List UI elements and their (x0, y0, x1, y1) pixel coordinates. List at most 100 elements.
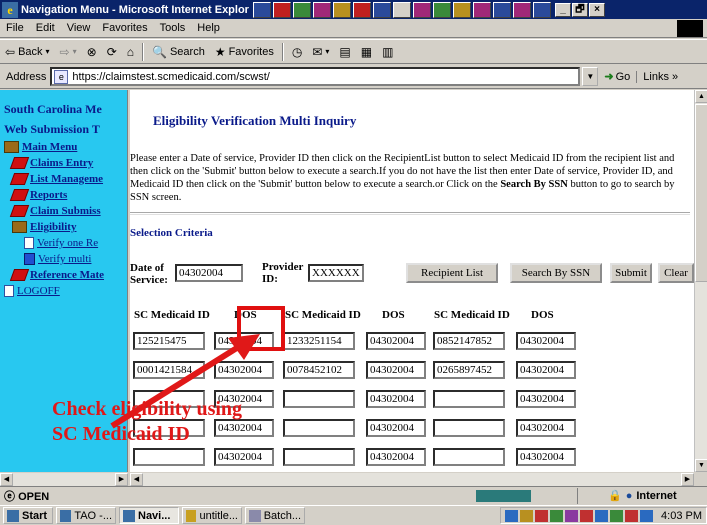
dos-input[interactable]: 04302004 (366, 361, 426, 379)
search-button[interactable]: 🔍 Search (147, 45, 210, 59)
menu-file[interactable]: File (0, 22, 30, 34)
medicaid-id-input[interactable] (283, 390, 355, 408)
dos-input[interactable]: 04302004 (516, 448, 576, 466)
medicaid-id-input[interactable]: 125215475 (133, 332, 205, 350)
nav-item-list-management[interactable]: List Manageme (9, 173, 103, 185)
nav-item-logoff[interactable]: LOGOFF (4, 285, 60, 297)
medicaid-id-input[interactable]: 0078452102 (283, 361, 355, 379)
taskbar-button-batch[interactable]: Batch... (245, 507, 305, 524)
dos-input[interactable]: 04302004 (214, 332, 274, 350)
mail-button[interactable]: ✉ ▾ (307, 45, 334, 59)
medicaid-id-input[interactable]: 0001421584 (133, 361, 205, 379)
app-icon[interactable] (393, 1, 411, 18)
app-icon[interactable] (293, 1, 311, 18)
scrollbar-thumb[interactable] (695, 104, 707, 282)
app-icon[interactable] (493, 1, 511, 18)
dos-input[interactable]: 04302004 (214, 448, 274, 466)
address-input[interactable]: e https://claimstest.scmedicaid.com/scws… (50, 67, 581, 86)
vertical-scrollbar[interactable]: ▲ ▼ (694, 90, 707, 472)
tray-icon[interactable] (625, 509, 639, 522)
edit-button[interactable]: ▦ (356, 45, 377, 59)
menu-edit[interactable]: Edit (30, 22, 61, 34)
medicaid-id-input[interactable]: 0852147852 (433, 332, 505, 350)
nav-item-reports[interactable]: Reports (9, 189, 67, 201)
close-button[interactable]: × (589, 2, 605, 17)
tray-icon[interactable] (535, 509, 549, 522)
nav-item-main-menu[interactable]: Main Menu (4, 141, 77, 153)
nav-item-verify-one[interactable]: Verify one Re (24, 237, 98, 249)
dos-input[interactable]: 04302004 (516, 390, 576, 408)
nav-item-reference-material[interactable]: Reference Mate (9, 269, 104, 281)
menu-tools[interactable]: Tools (154, 22, 192, 34)
dos-input[interactable]: 04302004 (214, 361, 274, 379)
medicaid-id-input[interactable]: 1233251154 (283, 332, 355, 350)
app-icon[interactable] (473, 1, 491, 18)
home-button[interactable]: ⌂ (122, 45, 139, 59)
horizontal-scrollbar-content[interactable]: ◀ ▶ (130, 473, 694, 486)
app-icon[interactable] (413, 1, 431, 18)
scroll-right-arrow-icon[interactable]: ▶ (681, 473, 694, 486)
tray-icon[interactable] (580, 509, 594, 522)
taskbar-button-navigation[interactable]: Navi... (119, 507, 179, 524)
medicaid-id-input[interactable] (133, 390, 205, 408)
dos-input[interactable]: 04302004 (516, 419, 576, 437)
scroll-right-arrow-icon[interactable]: ▶ (115, 473, 128, 486)
scroll-left-arrow-icon[interactable]: ◀ (0, 473, 13, 486)
tray-icon[interactable] (640, 509, 654, 522)
discuss-button[interactable]: ▥ (377, 45, 398, 59)
medicaid-id-input[interactable] (433, 448, 505, 466)
restore-button[interactable]: 🗗 (572, 2, 588, 17)
search-by-ssn-button[interactable]: Search By SSN (510, 263, 602, 283)
dos-input[interactable]: 04302004 (214, 390, 274, 408)
submit-button[interactable]: Submit (610, 263, 652, 283)
dos-input[interactable]: 04302004 (366, 419, 426, 437)
menu-view[interactable]: View (61, 22, 97, 34)
window-title-bar[interactable]: e Navigation Menu - Microsoft Internet E… (0, 0, 707, 19)
recipient-list-button[interactable]: Recipient List (406, 263, 498, 283)
taskbar-button-tao[interactable]: TAO -... (56, 507, 116, 524)
dos-input[interactable]: 04302004 (366, 390, 426, 408)
stop-button[interactable]: ⊗ (82, 45, 102, 59)
app-icon[interactable] (533, 1, 551, 18)
dos-input[interactable]: 04302004 (516, 361, 576, 379)
nav-item-eligibility[interactable]: Eligibility (12, 221, 76, 233)
history-button[interactable]: ◷ (287, 45, 307, 59)
app-icon[interactable] (313, 1, 331, 18)
address-dropdown-button[interactable]: ▼ (582, 67, 599, 86)
medicaid-id-input[interactable]: 0265897452 (433, 361, 505, 379)
nav-item-claims-entry[interactable]: Claims Entry (9, 157, 93, 169)
excel-icon[interactable] (273, 1, 291, 18)
tray-icon[interactable] (520, 509, 534, 522)
clear-button[interactable]: Clear (658, 263, 694, 283)
print-button[interactable]: ▤ (334, 45, 355, 59)
medicaid-id-input[interactable] (433, 419, 505, 437)
app-icon[interactable] (433, 1, 451, 18)
word-icon[interactable] (253, 1, 271, 18)
medicaid-id-input[interactable] (433, 390, 505, 408)
medicaid-id-input[interactable] (283, 448, 355, 466)
favorites-button[interactable]: ★ Favorites (210, 45, 279, 59)
tray-icon[interactable] (610, 509, 624, 522)
menu-favorites[interactable]: Favorites (96, 22, 153, 34)
tray-icon[interactable] (505, 509, 519, 522)
scroll-down-arrow-icon[interactable]: ▼ (695, 459, 707, 472)
scroll-left-arrow-icon[interactable]: ◀ (130, 473, 143, 486)
app-icon[interactable] (373, 1, 391, 18)
medicaid-id-input[interactable] (133, 419, 205, 437)
app-icon[interactable] (353, 1, 371, 18)
app-icon[interactable] (333, 1, 351, 18)
start-button[interactable]: Start (3, 507, 53, 524)
tray-icon[interactable] (550, 509, 564, 522)
provider-id-input[interactable]: XXXXXX (308, 264, 364, 282)
refresh-button[interactable]: ⟳ (102, 45, 122, 59)
dos-input[interactable]: 04302004 (366, 448, 426, 466)
nav-item-claim-submission[interactable]: Claim Submiss (9, 205, 101, 217)
tray-icon[interactable] (565, 509, 579, 522)
scroll-up-arrow-icon[interactable]: ▲ (695, 90, 707, 103)
menu-help[interactable]: Help (191, 22, 226, 34)
taskbar-button-untitled[interactable]: untitle... (182, 507, 242, 524)
links-button[interactable]: Links » (636, 70, 678, 83)
horizontal-scrollbar-nav[interactable]: ◀ ▶ (0, 473, 128, 486)
date-of-service-input[interactable]: 04302004 (175, 264, 243, 282)
back-button[interactable]: ⇦ Back ▾ (0, 45, 55, 59)
